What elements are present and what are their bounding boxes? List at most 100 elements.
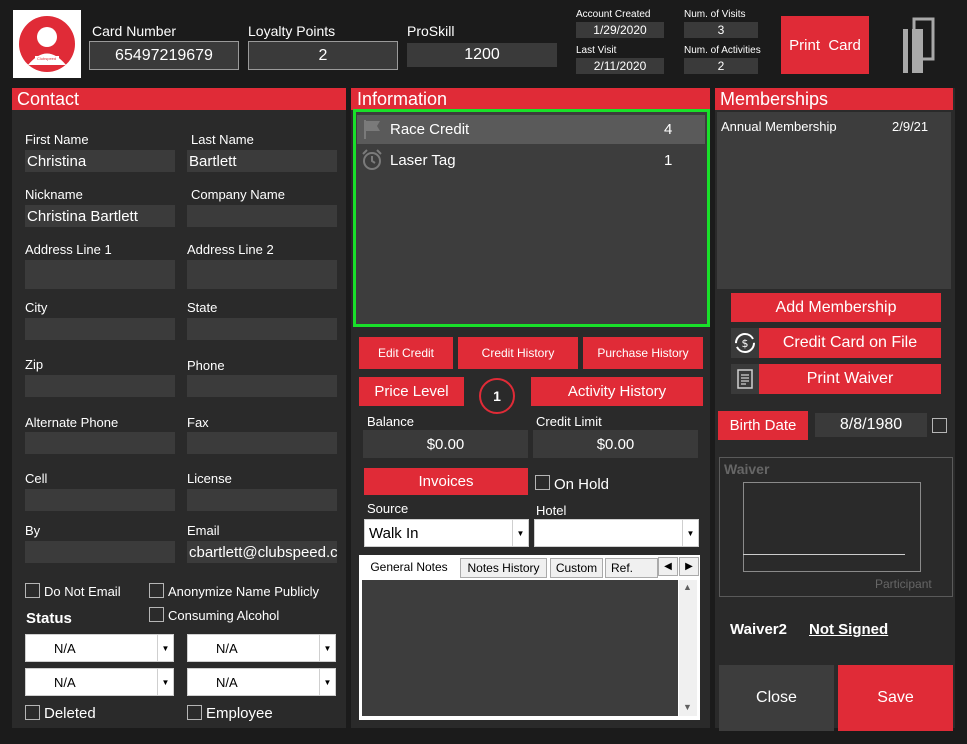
credit-card-on-file-button[interactable]: Credit Card on File (759, 328, 941, 358)
chevron-down-icon: ▼ (512, 520, 528, 546)
credit-row-race-name: Race Credit (390, 121, 470, 138)
print-card-button[interactable]: Print Card (781, 16, 869, 74)
price-level-button[interactable]: Price Level (359, 377, 464, 406)
tab-scroll-left-button[interactable]: ◀ (658, 557, 678, 576)
consuming-alcohol-checkbox[interactable] (149, 607, 164, 622)
num-activities-field: 2 (684, 58, 758, 74)
tab-general-notes[interactable]: General Notes (360, 556, 458, 578)
state-label: State (187, 300, 218, 315)
invoices-button[interactable]: Invoices (364, 468, 528, 495)
deleted-checkbox[interactable] (25, 705, 40, 720)
email-label: Email (187, 523, 220, 538)
waiver2-status[interactable]: Not Signed (809, 621, 888, 638)
activity-history-button[interactable]: Activity History (531, 377, 703, 406)
loyalty-points-label: Loyalty Points (248, 23, 336, 39)
num-visits-label: Num. of Visits (684, 9, 746, 20)
zip-field[interactable] (25, 375, 175, 397)
address1-field[interactable] (25, 260, 175, 289)
dollar-refresh-icon: $ (735, 333, 755, 353)
license-field[interactable] (187, 489, 337, 511)
status-select-1[interactable]: N/A ▼ (25, 634, 174, 662)
account-created-label: Account Created (576, 9, 651, 20)
status-select-2-value: N/A (216, 640, 238, 656)
svg-text:$: $ (742, 337, 749, 350)
proskill-field[interactable]: 1200 (407, 43, 557, 67)
membership-date: 2/9/21 (892, 119, 929, 134)
cell-field[interactable] (25, 489, 175, 511)
by-field[interactable] (25, 541, 175, 563)
tab-notes-history[interactable]: Notes History (460, 558, 547, 578)
cell-label: Cell (25, 471, 48, 486)
birth-date-checkbox[interactable] (932, 418, 947, 433)
anonymize-label: Anonymize Name Publicly (168, 584, 320, 599)
card-number-field[interactable]: 65497219679 (89, 41, 239, 70)
close-button[interactable]: Close (719, 665, 834, 731)
print-waiver-icon[interactable] (731, 364, 759, 394)
waiver-signature-pad[interactable] (743, 482, 921, 572)
avatar-brand: Clubspeed (37, 56, 57, 61)
company-field[interactable] (187, 205, 337, 227)
status-select-2[interactable]: N/A ▼ (187, 634, 336, 662)
tab-custom[interactable]: Custom (550, 558, 603, 578)
state-field[interactable] (187, 318, 337, 340)
alt-phone-field[interactable] (25, 432, 175, 454)
notes-scrollbar[interactable]: ▲ ▼ (679, 580, 697, 716)
credit-history-button[interactable]: Credit History (458, 337, 578, 369)
address2-field[interactable] (187, 260, 337, 289)
chevron-down-icon: ▼ (157, 635, 173, 661)
purchase-history-button[interactable]: Purchase History (583, 337, 703, 369)
loyalty-points-field[interactable]: 2 (248, 41, 398, 70)
credit-row-laser[interactable]: Laser Tag 1 (357, 146, 705, 175)
credit-limit-label: Credit Limit (536, 414, 602, 429)
document-icon (737, 369, 753, 389)
birth-date-field[interactable]: 8/8/1980 (815, 413, 927, 437)
balance-label: Balance (367, 414, 414, 429)
customer-avatar: Clubspeed (13, 10, 81, 78)
employee-label: Employee (206, 705, 273, 722)
employee-checkbox[interactable] (187, 705, 202, 720)
waiver2-label: Waiver2 (730, 621, 787, 638)
fax-label: Fax (187, 415, 209, 430)
num-visits-field: 3 (684, 22, 758, 38)
status-select-4[interactable]: N/A ▼ (187, 668, 336, 696)
last-name-field[interactable]: Bartlett (187, 150, 337, 172)
anonymize-checkbox[interactable] (149, 583, 164, 598)
flag-icon (364, 120, 380, 139)
status-select-3[interactable]: N/A ▼ (25, 668, 174, 696)
memberships-header: Memberships (715, 88, 953, 110)
first-name-field[interactable]: Christina (25, 150, 175, 172)
phone-field[interactable] (187, 375, 337, 397)
credit-limit-field[interactable]: $0.00 (533, 430, 698, 458)
price-level-badge: 1 (479, 378, 515, 414)
waiver-signature-line (743, 554, 905, 555)
hotel-select[interactable]: ▼ (534, 519, 699, 547)
credit-row-race[interactable]: Race Credit 4 (357, 115, 705, 144)
license-label: License (187, 471, 232, 486)
last-name-label: Last Name (191, 132, 254, 147)
edit-credit-button[interactable]: Edit Credit (359, 337, 453, 369)
first-name-label: First Name (25, 132, 89, 147)
on-hold-checkbox[interactable] (535, 475, 550, 490)
tab-scroll-right-button[interactable]: ▶ (679, 557, 699, 576)
membership-row[interactable]: Annual Membership 2/9/21 (717, 112, 951, 136)
notes-textarea[interactable] (362, 580, 678, 716)
status-select-4-value: N/A (216, 674, 238, 690)
email-field[interactable]: cbartlett@clubspeed.com (187, 541, 337, 563)
source-select[interactable]: Walk In ▼ (364, 519, 529, 547)
on-hold-label: On Hold (554, 476, 610, 493)
phone-label: Phone (187, 358, 225, 373)
city-field[interactable] (25, 318, 175, 340)
fax-field[interactable] (187, 432, 337, 454)
credit-row-race-count: 4 (664, 121, 673, 138)
participant-label: Participant (875, 577, 932, 591)
add-membership-button[interactable]: Add Membership (731, 293, 941, 322)
credit-card-icon[interactable]: $ (731, 328, 759, 358)
do-not-email-checkbox[interactable] (25, 583, 40, 598)
balance-field: $0.00 (363, 430, 528, 458)
print-waiver-button[interactable]: Print Waiver (759, 364, 941, 394)
card-reader-icon[interactable] (900, 17, 936, 75)
tab-ref[interactable]: Ref. (605, 558, 658, 578)
save-button[interactable]: Save (838, 665, 953, 731)
nickname-field[interactable]: Christina Bartlett (25, 205, 175, 227)
birth-date-label: Birth Date (718, 411, 808, 440)
